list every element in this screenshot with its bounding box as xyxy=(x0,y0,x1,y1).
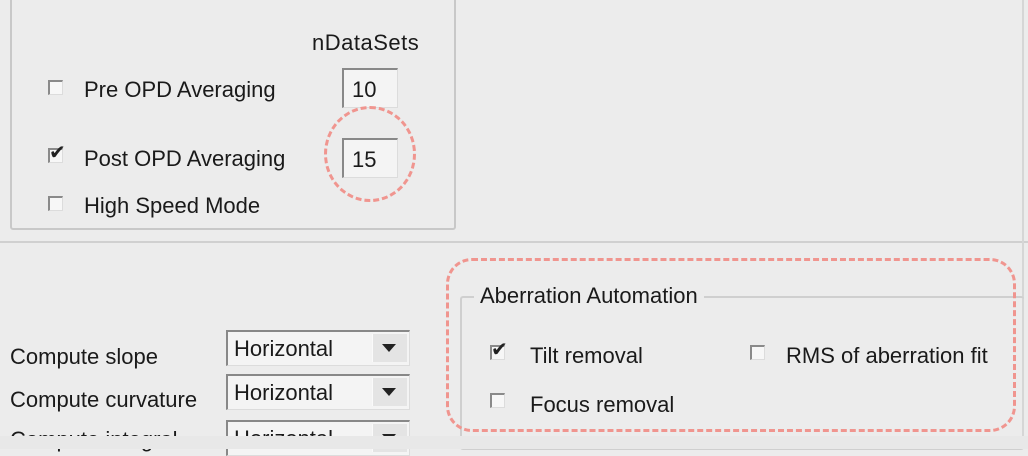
pre-opd-ndatasets-input[interactable]: 10 xyxy=(342,68,398,108)
compute-slope-label: Compute slope xyxy=(10,344,158,369)
compute-slope-select[interactable]: Horizontal xyxy=(226,330,410,366)
compute-curvature-select[interactable]: Horizontal xyxy=(226,374,410,410)
post-opd-label[interactable]: Post OPD Averaging xyxy=(84,146,285,172)
pre-opd-label[interactable]: Pre OPD Averaging xyxy=(84,77,276,103)
highlight-rect-annotation xyxy=(446,258,1016,432)
chevron-down-icon[interactable] xyxy=(372,334,407,362)
high-speed-label[interactable]: High Speed Mode xyxy=(84,193,260,219)
ndatasets-heading: nDataSets xyxy=(312,30,420,55)
high-speed-checkbox[interactable] xyxy=(48,196,63,211)
compute-slope-value: Horizontal xyxy=(234,336,334,361)
bottom-cutoff-band xyxy=(0,436,1028,449)
post-opd-checkbox[interactable]: ✔ xyxy=(48,143,66,163)
chevron-down-icon[interactable] xyxy=(372,378,407,406)
pre-opd-checkbox[interactable] xyxy=(48,80,63,95)
compute-curvature-label: Compute curvature xyxy=(10,387,198,412)
compute-curvature-value: Horizontal xyxy=(234,380,334,405)
highlight-oval-annotation xyxy=(324,106,416,202)
section-divider xyxy=(0,241,1028,243)
checkmark-icon: ✔ xyxy=(49,142,66,164)
